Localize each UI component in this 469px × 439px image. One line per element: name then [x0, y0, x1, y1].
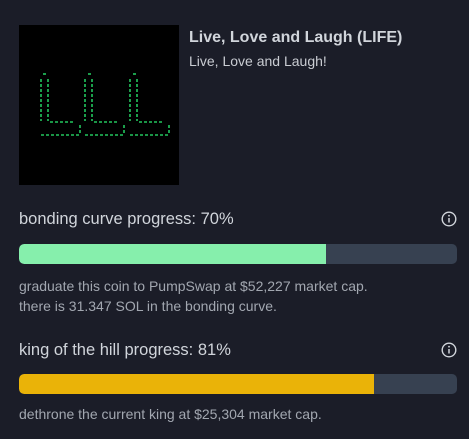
bonding-curve-note: graduate this coin to PumpSwap at $52,22…: [19, 276, 368, 316]
bonding-curve-progress-bar: [19, 244, 457, 264]
token-image: [19, 25, 179, 185]
info-icon[interactable]: [441, 211, 457, 227]
info-icon[interactable]: [441, 342, 457, 358]
ascii-art-lll-logo: [40, 73, 170, 136]
king-of-the-hill-note: dethrone the current king at $25,304 mar…: [19, 406, 322, 422]
token-name: Live, Love and Laugh (LIFE): [189, 29, 403, 46]
token-header: Live, Love and Laugh (LIFE) Live, Love a…: [19, 25, 459, 185]
king-of-the-hill-progress-bar: [19, 374, 457, 394]
bonding-curve-note-line1: graduate this coin to PumpSwap at $52,22…: [19, 278, 368, 294]
king-of-the-hill-label: king of the hill progress: 81%: [19, 341, 231, 359]
bonding-curve-label: bonding curve progress: 70%: [19, 210, 234, 228]
bonding-curve-note-line2: there is 31.347 SOL in the bonding curve…: [19, 298, 277, 314]
king-of-the-hill-progress-fill: [19, 374, 374, 394]
token-description: Live, Love and Laugh!: [189, 53, 327, 69]
bonding-curve-progress-fill: [19, 244, 326, 264]
